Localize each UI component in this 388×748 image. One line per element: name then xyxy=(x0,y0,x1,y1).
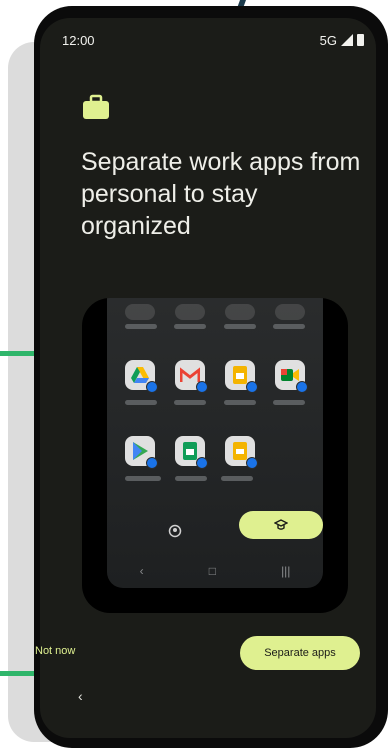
back-nav-icon[interactable]: ‹ xyxy=(78,688,83,704)
mini-back-icon: ‹ xyxy=(139,564,144,578)
mini-recents-icon: ||| xyxy=(281,564,291,578)
app-label-bars xyxy=(125,324,305,329)
status-time: 12:00 xyxy=(62,32,95,48)
mini-home-icon: □ xyxy=(208,564,216,578)
faded-app-row xyxy=(125,304,305,326)
work-profile-icon xyxy=(274,519,288,530)
sheets-icon xyxy=(175,436,208,469)
not-now-button[interactable]: Not now xyxy=(35,645,75,657)
status-bar: 12:00 5G xyxy=(40,30,376,50)
work-profile-tab xyxy=(239,511,323,539)
briefcase-icon xyxy=(83,94,109,119)
drive-icon xyxy=(125,360,158,393)
work-profile-illustration: ‹ □ ||| xyxy=(82,298,348,613)
gmail-icon xyxy=(175,360,208,393)
meet-icon xyxy=(275,360,308,393)
page-title: Separate work apps from personal to stay… xyxy=(81,148,361,240)
personal-profile-icon xyxy=(167,523,183,539)
docs-icon xyxy=(225,360,258,393)
mini-phone-screen: ‹ □ ||| xyxy=(107,298,323,588)
network-label: 5G xyxy=(319,32,337,48)
slides-icon xyxy=(225,436,258,469)
app-label-bars xyxy=(125,400,305,405)
battery-icon xyxy=(357,34,364,46)
signal-icon xyxy=(341,34,353,46)
status-icons: 5G xyxy=(320,33,364,48)
mini-nav-bar: ‹ □ ||| xyxy=(107,562,323,580)
separate-apps-button[interactable]: Separate apps xyxy=(240,636,360,670)
phone-screen: 12:00 5G Separate work apps from persona… xyxy=(40,18,376,738)
play-store-icon xyxy=(125,436,158,469)
app-label-bars xyxy=(125,476,253,481)
